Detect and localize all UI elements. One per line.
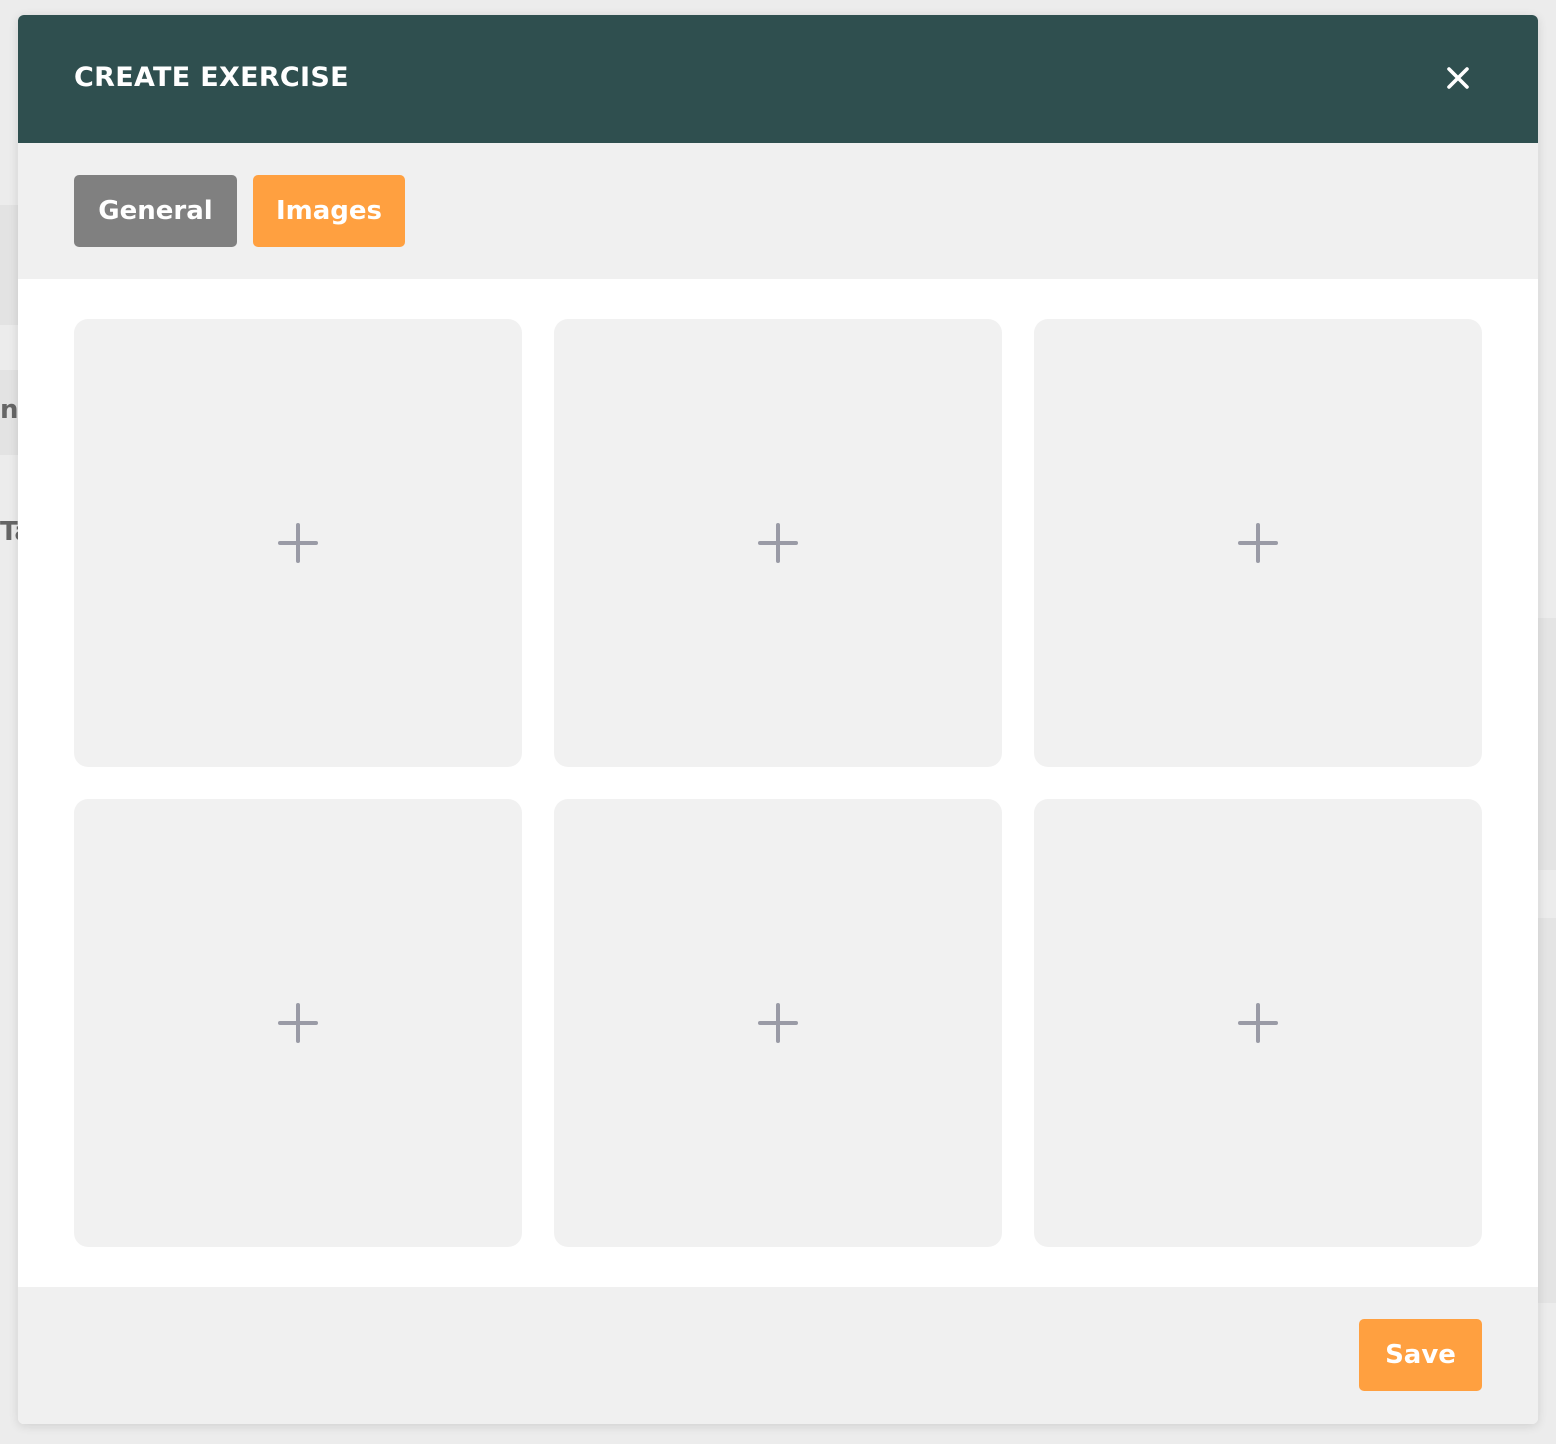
close-button[interactable] <box>1442 62 1474 94</box>
background-panel <box>1536 918 1556 1303</box>
background-text: n <box>0 395 18 425</box>
image-slot-6[interactable] <box>1034 799 1482 1247</box>
save-button[interactable]: Save <box>1359 1319 1482 1391</box>
image-slot-1[interactable] <box>74 319 522 767</box>
tab-images[interactable]: Images <box>253 175 405 247</box>
tab-general[interactable]: General <box>74 175 237 247</box>
plus-icon <box>1238 523 1278 563</box>
image-slot-grid <box>74 319 1482 1247</box>
background-text: Ta <box>0 517 18 547</box>
image-slot-5[interactable] <box>554 799 1002 1247</box>
image-slot-2[interactable] <box>554 319 1002 767</box>
plus-icon <box>278 523 318 563</box>
image-slot-3[interactable] <box>1034 319 1482 767</box>
modal-title: CREATE EXERCISE <box>74 62 349 93</box>
images-panel <box>18 279 1538 1287</box>
plus-icon <box>1238 1003 1278 1043</box>
modal-header: CREATE EXERCISE <box>18 15 1538 143</box>
tab-bar: General Images <box>18 143 1538 279</box>
modal-footer: Save <box>18 1287 1538 1424</box>
create-exercise-modal: CREATE EXERCISE General Images Save <box>18 15 1538 1424</box>
plus-icon <box>758 523 798 563</box>
plus-icon <box>758 1003 798 1043</box>
background-panel <box>1536 618 1556 870</box>
plus-icon <box>278 1003 318 1043</box>
image-slot-4[interactable] <box>74 799 522 1247</box>
close-icon <box>1447 67 1469 89</box>
